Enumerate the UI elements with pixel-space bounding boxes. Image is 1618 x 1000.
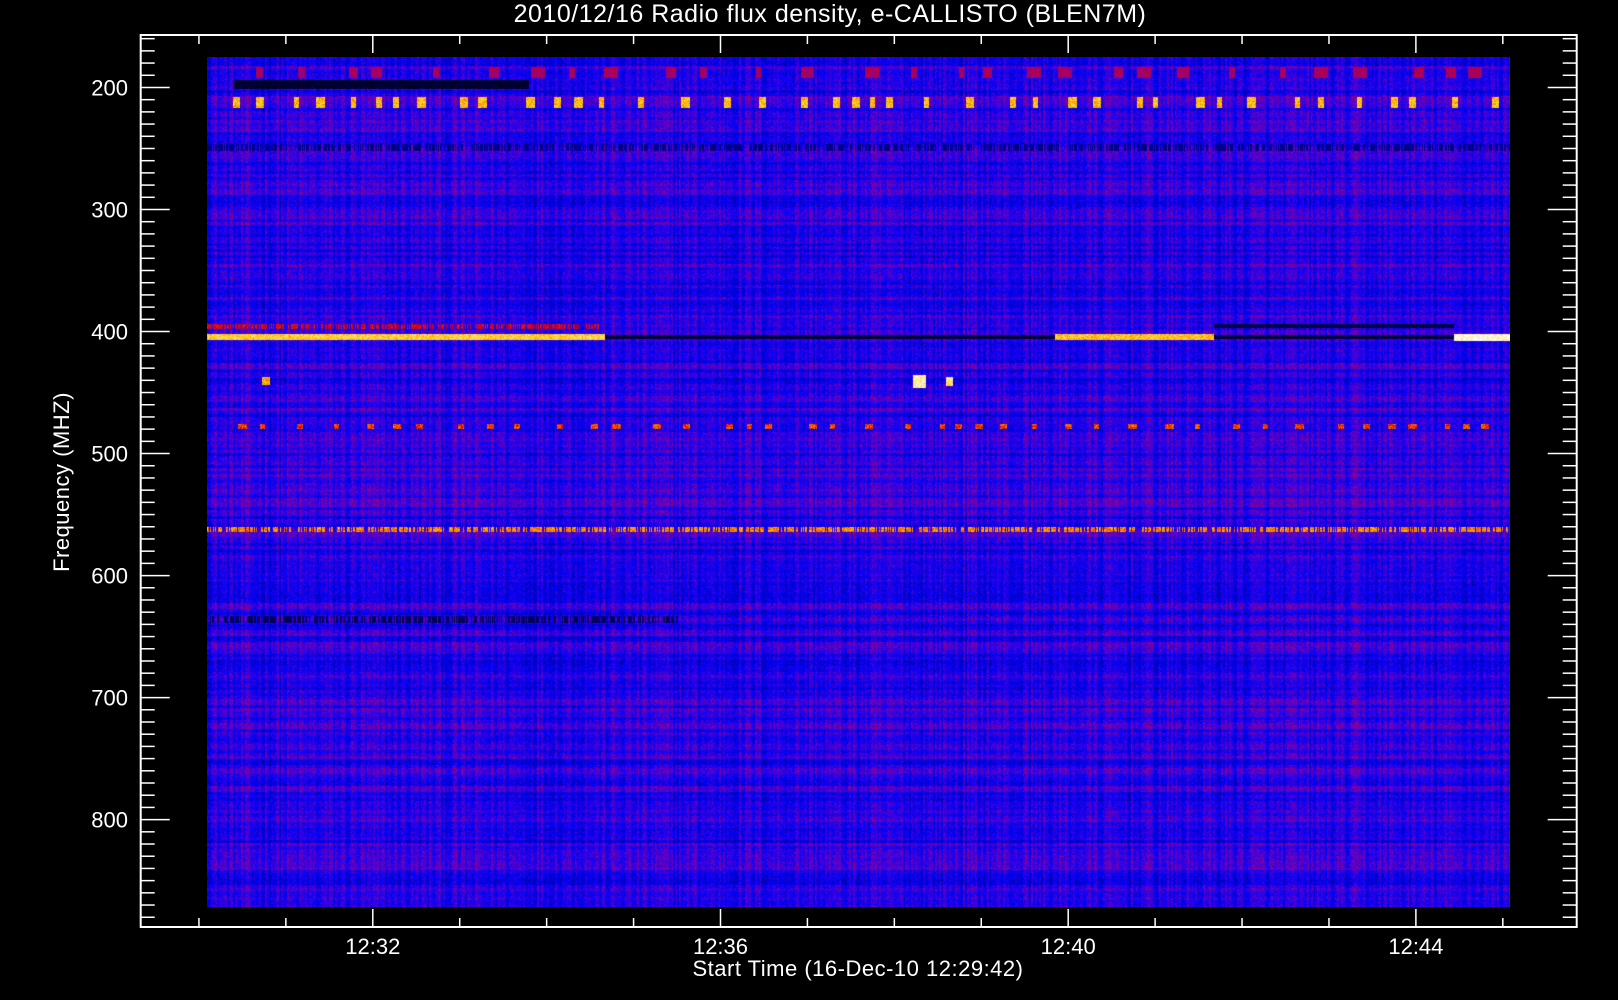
y-tick-label: 700: [91, 686, 128, 711]
y-tick-label: 800: [91, 808, 128, 833]
y-tick-label: 500: [91, 442, 128, 467]
x-axis-label: Start Time (16-Dec-10 12:29:42): [692, 956, 1024, 981]
plot-frame: [139, 34, 1578, 928]
y-axis-label: Frequency (MHZ): [49, 392, 74, 572]
y-tick-label: 400: [91, 320, 128, 345]
y-tick-label: 600: [91, 564, 128, 589]
y-tick-label: 300: [91, 197, 128, 222]
y-tick-label: 200: [91, 75, 128, 100]
axes: 20030040050060070080012:32 12:36 12:40 12:4…: [91, 34, 1578, 959]
